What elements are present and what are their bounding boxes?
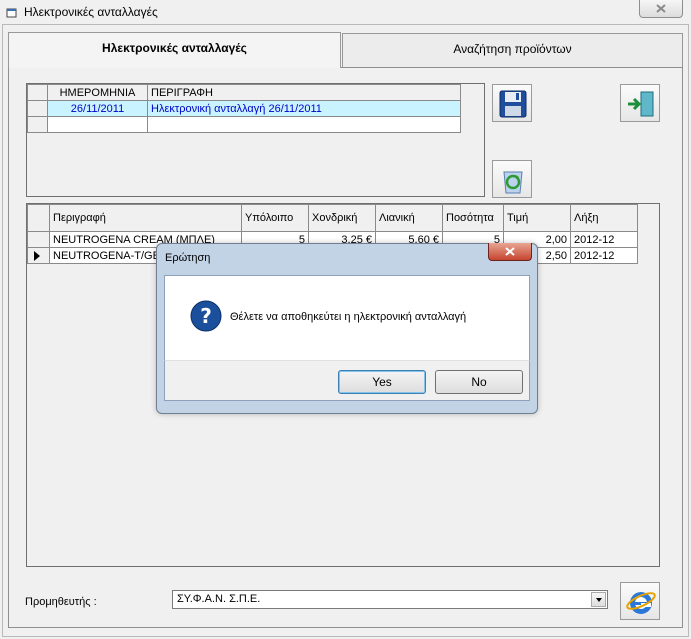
no-button[interactable]: No — [435, 370, 523, 394]
column-header-wholesale[interactable]: Χονδρική — [308, 204, 376, 232]
row-selector[interactable] — [27, 116, 48, 133]
products-header-row: Περιγραφή Υπόλοιπο Χονδρική Λιανική Ποσό… — [27, 204, 638, 232]
row-selector-header — [27, 84, 48, 101]
table-row[interactable]: 26/11/2011 Ηλεκτρονική ανταλλαγή 26/11/2… — [27, 100, 461, 117]
exchanges-table: ΗΜΕΡΟΜΗΝΙΑ ΠΕΡΙΓΡΑΦΗ 26/11/2011 Ηλεκτρον… — [27, 84, 461, 133]
tab-product-search[interactable]: Αναζήτηση προϊόντων — [342, 33, 683, 67]
question-icon: ? — [190, 300, 222, 332]
yes-button[interactable]: Yes — [338, 370, 426, 394]
column-header-quantity[interactable]: Ποσότητα — [442, 204, 504, 232]
recycle-bin-icon — [503, 171, 523, 194]
product-expiry-cell[interactable]: 2012-12 — [570, 231, 638, 248]
row-selector[interactable] — [27, 231, 50, 248]
row-selector-header — [27, 204, 50, 232]
empty-cell[interactable] — [147, 116, 461, 133]
close-icon — [656, 4, 666, 13]
exchange-date-cell[interactable]: 26/11/2011 — [47, 100, 148, 117]
row-selector-current[interactable] — [27, 247, 50, 264]
table-row-empty[interactable] — [27, 116, 461, 133]
internet-explorer-icon — [626, 592, 656, 614]
supplier-select[interactable]: ΣΥ.Φ.Α.Ν. Σ.Π.Ε. — [172, 590, 608, 609]
close-icon — [505, 247, 515, 256]
floppy-disk-icon — [499, 90, 527, 118]
row-selector[interactable] — [27, 100, 48, 117]
tab-electronic-exchanges[interactable]: Ηλεκτρονικές ανταλλαγές — [8, 32, 341, 68]
window-title: Ηλεκτρονικές ανταλλαγές — [24, 5, 158, 19]
supplier-label: Προμηθευτής : — [25, 596, 97, 608]
app-icon — [6, 8, 17, 18]
column-header-description[interactable]: ΠΕΡΙΓΡΑΦΗ — [147, 84, 461, 101]
dialog-body: ? Θέλετε να αποθηκεύτει η ηλεκτρονική αν… — [164, 275, 530, 360]
row-indicator-icon — [34, 250, 40, 261]
dialog-title: Ερώτηση — [165, 252, 211, 264]
dialog-message: Θέλετε να αποθηκεύτει η ηλεκτρονική αντα… — [230, 311, 467, 323]
dialog-close-button[interactable] — [488, 243, 532, 261]
column-header-expiry[interactable]: Λήξη — [570, 204, 638, 232]
chevron-down-icon[interactable] — [591, 592, 606, 607]
empty-cell[interactable] — [47, 116, 148, 133]
dialog-footer: Yes No — [164, 360, 530, 401]
supplier-value: ΣΥ.Φ.Α.Ν. Σ.Π.Ε. — [177, 593, 261, 605]
column-header-description[interactable]: Περιγραφή — [49, 204, 242, 232]
exchanges-grid[interactable]: ΗΜΕΡΟΜΗΝΙΑ ΠΕΡΙΓΡΑΦΗ 26/11/2011 Ηλεκτρον… — [26, 83, 485, 197]
window-close-button[interactable] — [639, 0, 683, 18]
title-bar: Ηλεκτρονικές ανταλλαγές — [0, 0, 691, 24]
exchanges-header-row: ΗΜΕΡΟΜΗΝΙΑ ΠΕΡΙΓΡΑΦΗ — [27, 84, 461, 101]
column-header-price[interactable]: Τιμή — [503, 204, 571, 232]
recycle-button[interactable] — [492, 160, 532, 198]
confirm-dialog: Ερώτηση ? Θέλετε να αποθηκεύτει η ηλεκτρ… — [156, 243, 538, 414]
svg-text:?: ? — [200, 304, 212, 328]
send-exchange-button[interactable] — [620, 582, 660, 620]
save-button[interactable] — [492, 84, 532, 122]
exit-button[interactable] — [620, 84, 660, 122]
column-header-retail[interactable]: Λιανική — [375, 204, 443, 232]
exchange-description-cell[interactable]: Ηλεκτρονική ανταλλαγή 26/11/2011 — [147, 100, 461, 117]
product-expiry-cell[interactable]: 2012-12 — [570, 247, 638, 264]
exit-door-icon — [628, 91, 654, 117]
column-header-date[interactable]: ΗΜΕΡΟΜΗΝΙΑ — [47, 84, 148, 101]
column-header-balance[interactable]: Υπόλοιπο — [241, 204, 309, 232]
